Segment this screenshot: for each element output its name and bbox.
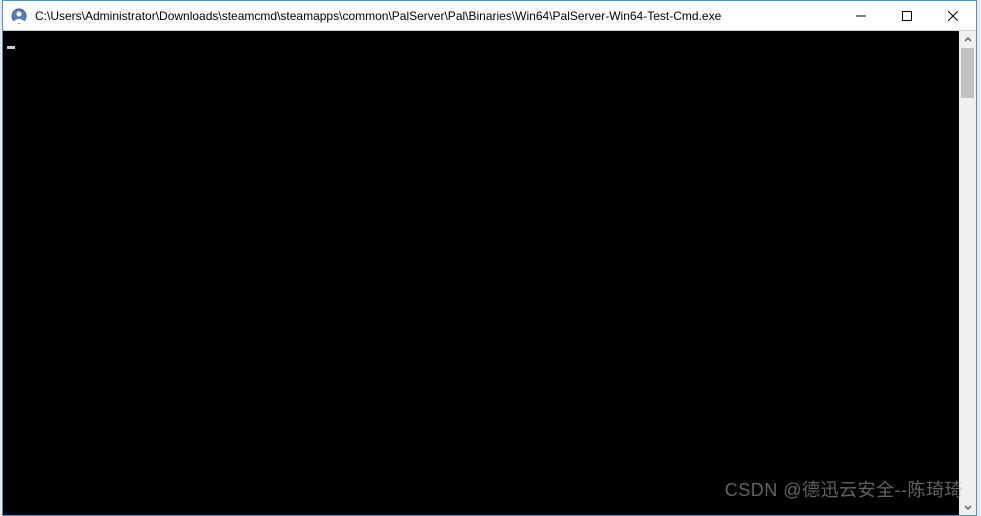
maximize-button[interactable] (884, 1, 930, 30)
chevron-down-icon (964, 503, 972, 511)
scroll-up-button[interactable] (959, 31, 976, 48)
maximize-icon (902, 11, 912, 21)
console-container (3, 31, 976, 515)
vertical-scrollbar[interactable] (959, 31, 976, 515)
console-output[interactable] (3, 31, 959, 515)
window-title: C:\Users\Administrator\Downloads\steamcm… (33, 9, 838, 23)
scroll-thumb[interactable] (961, 48, 974, 98)
window-controls (838, 1, 976, 30)
chevron-up-icon (964, 36, 972, 44)
app-icon (11, 8, 27, 24)
minimize-icon (856, 11, 866, 21)
minimize-button[interactable] (838, 1, 884, 30)
scroll-down-button[interactable] (959, 498, 976, 515)
close-button[interactable] (930, 1, 976, 30)
titlebar[interactable]: C:\Users\Administrator\Downloads\steamcm… (3, 1, 976, 31)
cursor (7, 46, 15, 49)
application-window: C:\Users\Administrator\Downloads\steamcm… (2, 0, 977, 516)
scroll-track[interactable] (959, 48, 976, 498)
close-icon (948, 11, 958, 21)
